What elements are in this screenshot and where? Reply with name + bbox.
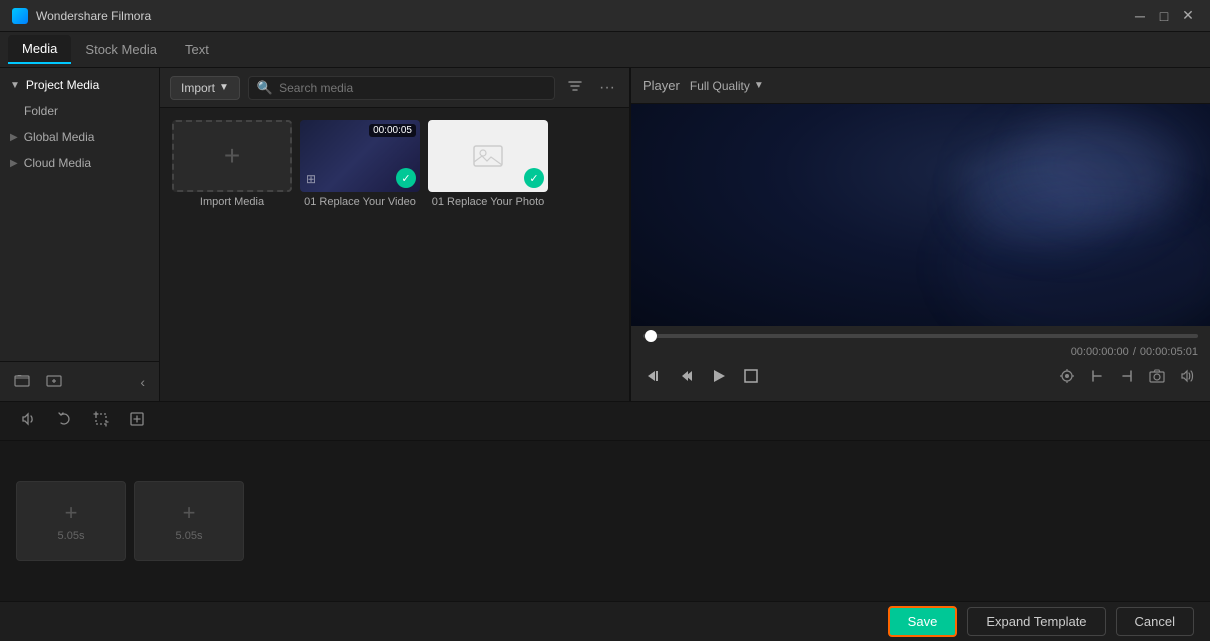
- sidebar-item-folder[interactable]: Folder: [0, 98, 159, 124]
- rotate-tool-button[interactable]: [52, 406, 78, 436]
- import-label: Import: [181, 81, 215, 95]
- media-panel: Import ▼ 🔍 ···: [160, 68, 629, 401]
- close-button[interactable]: ✕: [1178, 6, 1198, 26]
- crop-tool-button[interactable]: [88, 406, 114, 436]
- import-thumb: +: [172, 120, 292, 192]
- search-box: 🔍: [248, 76, 555, 100]
- photo-media-item[interactable]: ✓ 01 Replace Your Photo: [428, 120, 548, 208]
- clip-label-2: 5.05s: [176, 530, 203, 542]
- quality-value: Full Quality: [690, 79, 750, 93]
- photo-label: 01 Replace Your Photo: [432, 196, 545, 208]
- chevron-right-icon: ▶: [10, 132, 18, 143]
- photo-placeholder-icon: [472, 140, 504, 172]
- quality-dropdown-icon: ▼: [754, 80, 764, 91]
- footer: Save Expand Template Cancel: [0, 601, 1210, 641]
- play-button[interactable]: [707, 364, 731, 393]
- player-panel: Player Full Quality ▼: [630, 68, 1210, 401]
- chevron-down-icon: ▼: [10, 80, 20, 91]
- video-check-icon: ✓: [396, 168, 416, 188]
- sidebar-item-cloud-media[interactable]: ▶ Cloud Media: [0, 150, 159, 176]
- timeline: + 5.05s + 5.05s: [0, 441, 1210, 601]
- tab-stock-media[interactable]: Stock Media: [71, 36, 171, 63]
- app-title: Wondershare Filmora: [36, 9, 151, 23]
- snapshot-button[interactable]: [1146, 365, 1168, 392]
- video-media-item[interactable]: 00:00:05 ⊞ ✓ 01 Replace Your Video: [300, 120, 420, 208]
- clip-add-icon-1: +: [65, 500, 78, 526]
- sidebar-folder-label: Folder: [24, 104, 58, 118]
- import-media-item[interactable]: + Import Media: [172, 120, 292, 208]
- mark-out-button[interactable]: [1116, 365, 1138, 392]
- chevron-right-icon2: ▶: [10, 158, 18, 169]
- import-dropdown-icon: ▼: [219, 82, 229, 93]
- app-icon: [12, 8, 28, 24]
- timeline-clip-1[interactable]: + 5.05s: [16, 481, 126, 561]
- audio-tool-button[interactable]: [16, 406, 42, 436]
- sidebar-global-label: Global Media: [24, 130, 95, 144]
- volume-button[interactable]: [1176, 365, 1198, 392]
- sidebar-item-global-media[interactable]: ▶ Global Media: [0, 124, 159, 150]
- progress-handle[interactable]: [645, 330, 657, 342]
- add-to-timeline-button[interactable]: [42, 368, 66, 395]
- preview-background: [631, 104, 1210, 326]
- save-button[interactable]: Save: [888, 606, 958, 637]
- window-controls: ─ □ ✕: [1130, 6, 1198, 26]
- import-button[interactable]: Import ▼: [170, 76, 240, 100]
- video-time-badge: 00:00:05: [369, 124, 416, 137]
- import-media-label: Import Media: [200, 196, 264, 208]
- title-bar-left: Wondershare Filmora: [12, 8, 151, 24]
- timeline-clip-2[interactable]: + 5.05s: [134, 481, 244, 561]
- playback-settings-button[interactable]: [1056, 365, 1078, 392]
- maximize-button[interactable]: □: [1154, 6, 1174, 26]
- player-preview: [631, 104, 1210, 326]
- photo-check-icon: ✓: [524, 168, 544, 188]
- tab-text[interactable]: Text: [171, 36, 223, 63]
- app-window: Wondershare Filmora ─ □ ✕ Media Stock Me…: [0, 0, 1210, 641]
- title-bar: Wondershare Filmora ─ □ ✕: [0, 0, 1210, 32]
- time-separator: /: [1133, 346, 1136, 358]
- time-row: 00:00:00:00 / 00:00:05:01: [643, 346, 1198, 358]
- current-time: 00:00:00:00: [1071, 346, 1129, 358]
- stop-button[interactable]: [739, 364, 763, 393]
- right-controls: [1056, 365, 1198, 392]
- more-options-button[interactable]: ···: [595, 77, 619, 99]
- sidebar: ▼ Project Media Folder ▶ Global Media: [0, 68, 160, 401]
- media-toolbar: Import ▼ 🔍 ···: [160, 68, 629, 108]
- mark-in-button[interactable]: [1086, 365, 1108, 392]
- filter-button[interactable]: [563, 76, 587, 99]
- player-header: Player Full Quality ▼: [631, 68, 1210, 104]
- total-time: 00:00:05:01: [1140, 346, 1198, 358]
- import-plus-icon: +: [224, 140, 240, 172]
- clip-label-1: 5.05s: [58, 530, 85, 542]
- new-folder-button[interactable]: [10, 368, 34, 395]
- search-input[interactable]: [279, 81, 546, 95]
- photo-thumb: ✓: [428, 120, 548, 192]
- sidebar-item-project-media[interactable]: ▼ Project Media: [0, 72, 159, 98]
- video-type-icon: ⊞: [306, 172, 316, 186]
- expand-template-button[interactable]: Expand Template: [967, 607, 1105, 636]
- cancel-button[interactable]: Cancel: [1116, 607, 1194, 636]
- player-controls: 00:00:00:00 / 00:00:05:01: [631, 326, 1210, 401]
- video-label: 01 Replace Your Video: [304, 196, 416, 208]
- tab-media[interactable]: Media: [8, 35, 71, 64]
- frame-back-button[interactable]: [675, 364, 699, 393]
- collapse-sidebar-button[interactable]: ‹: [136, 370, 149, 394]
- tab-bar: Media Stock Media Text: [0, 32, 1210, 68]
- progress-bar[interactable]: [643, 334, 1198, 338]
- clip-add-icon-2: +: [183, 500, 196, 526]
- player-label: Player: [643, 78, 680, 93]
- sidebar-cloud-label: Cloud Media: [24, 156, 91, 170]
- middle-section: ▼ Project Media Folder ▶ Global Media: [0, 68, 1210, 401]
- video-thumb: 00:00:05 ⊞ ✓: [300, 120, 420, 192]
- skip-back-button[interactable]: [643, 364, 667, 393]
- quality-selector[interactable]: Full Quality ▼: [690, 79, 764, 93]
- minimize-button[interactable]: ─: [1130, 6, 1150, 26]
- sidebar-item-label: Project Media: [26, 78, 99, 92]
- bottom-toolbar: [0, 401, 1210, 441]
- media-grid: + Import Media 00:00:05 ⊞ ✓ 01 Replace: [160, 108, 629, 220]
- transform-tool-button[interactable]: [124, 406, 150, 436]
- search-icon: 🔍: [257, 80, 273, 96]
- controls-row: [643, 364, 1198, 393]
